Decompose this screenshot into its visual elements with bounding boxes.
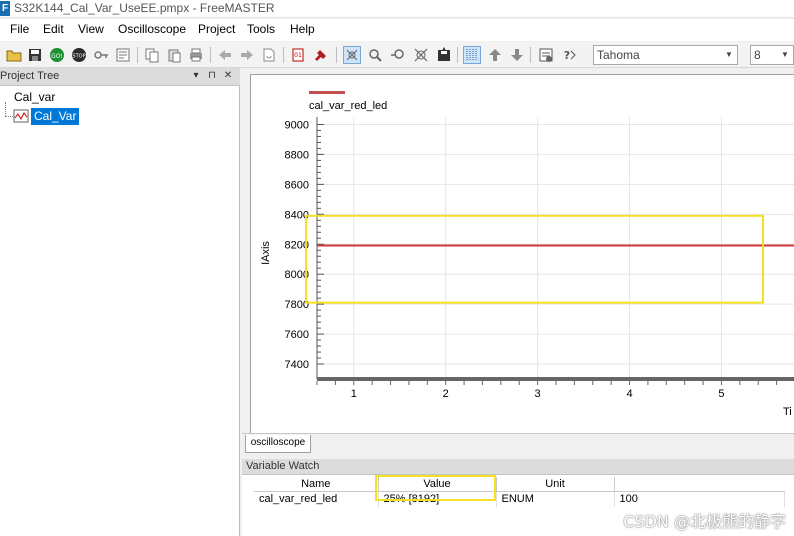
tree-item-cal-var[interactable]: Cal_Var	[31, 108, 80, 125]
cell-extra: 100	[614, 491, 785, 507]
y-tick-label: 9000	[285, 119, 309, 131]
value-highlight-box	[375, 475, 496, 501]
tree-connector	[5, 116, 13, 117]
main-area: cal_var_red_led 7400 7600 7800 8000 8200 8400…	[242, 68, 794, 536]
print-icon[interactable]	[187, 46, 205, 64]
menu-edit[interactable]: Edit	[43, 22, 64, 36]
highlight-box	[305, 214, 764, 304]
cell-name: cal_var_red_led	[254, 491, 379, 507]
go-icon[interactable]: GO!	[48, 46, 66, 64]
window-title: S32K144_Cal_Var_UseEE.pmpx - FreeMASTER	[14, 1, 275, 15]
svg-text:?: ?	[564, 49, 570, 62]
y-tick-label: 7600	[285, 329, 309, 341]
reload-icon[interactable]	[260, 46, 278, 64]
project-tree-pane: Project Tree ▾ ⊓ ✕ Cal_var Cal_Var	[0, 68, 240, 536]
x-tick-label: 5	[718, 388, 724, 400]
y-tick-label: 8800	[285, 149, 309, 161]
y-tick-label: 8600	[285, 179, 309, 191]
tree-root-item[interactable]: Cal_var	[14, 90, 55, 104]
menu-oscilloscope[interactable]: Oscilloscope	[118, 22, 186, 36]
menu-help[interactable]: Help	[290, 22, 315, 36]
font-size-select[interactable]: 8 ▼	[750, 45, 794, 65]
copy-icon[interactable]	[143, 46, 161, 64]
form-icon[interactable]	[114, 46, 132, 64]
arrow-up-icon[interactable]	[486, 46, 504, 64]
column-header-name[interactable]: Name	[254, 477, 379, 492]
menu-view[interactable]: View	[78, 22, 104, 36]
x-tick-label: 4	[626, 388, 632, 400]
dropdown-icon[interactable]: ▾	[190, 70, 202, 81]
arrow-down-icon[interactable]	[508, 46, 526, 64]
scope-zoom-icon[interactable]	[366, 46, 384, 64]
oscilloscope-chart[interactable]: 7400760078008000820084008600880090001 2 3 4…	[251, 75, 794, 433]
menu-bar: File Edit View Oscilloscope Project Tool…	[0, 19, 794, 41]
tree-connector	[5, 102, 6, 116]
oscilloscope-icon	[13, 109, 29, 123]
x-tick-label: 2	[443, 388, 449, 400]
variable-watch-title: Variable Watch	[246, 460, 320, 472]
cell-unit: ENUM	[496, 491, 615, 507]
scope-zoom-out-icon[interactable]	[389, 46, 407, 64]
font-size-select-value: 8	[754, 48, 761, 62]
y-axis-label: IAxis	[260, 241, 272, 265]
window-titlebar: F S32K144_Cal_Var_UseEE.pmpx - FreeMASTE…	[0, 0, 794, 18]
svg-text:STOP: STOP	[72, 54, 85, 60]
x-tick-label: 3	[535, 388, 541, 400]
forward-icon[interactable]	[238, 46, 256, 64]
main-toolbar: GO! STOP 01 ▲ ? Tahoma ▼ 8 ▼	[0, 42, 794, 68]
variable-watch-table: Name Value Unit cal_var_red_led 25% [819…	[254, 477, 785, 507]
back-icon[interactable]	[216, 46, 234, 64]
menu-file[interactable]: File	[10, 22, 29, 36]
properties-icon[interactable]	[537, 46, 555, 64]
scope-save-icon[interactable]: ▲	[435, 46, 453, 64]
svg-text:GO!: GO!	[51, 53, 63, 60]
x-axis-label: Ti	[783, 406, 792, 418]
scope-cross-icon[interactable]	[412, 46, 430, 64]
grid-icon[interactable]	[463, 46, 481, 64]
tab-strip: oscilloscope	[242, 433, 794, 453]
menu-tools[interactable]: Tools	[247, 22, 275, 36]
close-icon[interactable]: ✕	[222, 70, 234, 81]
font-family-select-value: Tahoma	[597, 48, 640, 62]
help-icon[interactable]: ?	[560, 46, 578, 64]
freemaster-app-icon: F	[0, 1, 10, 16]
x-tick-label: 1	[351, 388, 357, 400]
chevron-down-icon: ▼	[781, 50, 789, 59]
save-icon[interactable]	[26, 46, 44, 64]
scope-pan-icon[interactable]	[343, 46, 361, 64]
y-tick-label: 7400	[285, 359, 309, 371]
key-icon[interactable]	[92, 46, 110, 64]
watermark: CSDN @北极熊的静字	[623, 512, 786, 531]
connect-icon[interactable]	[312, 46, 330, 64]
menu-project[interactable]: Project	[198, 22, 235, 36]
project-tree-header: Project Tree ▾ ⊓ ✕	[0, 68, 240, 86]
paste-icon[interactable]	[165, 46, 183, 64]
stop-icon[interactable]: STOP	[70, 46, 88, 64]
tab-oscilloscope[interactable]: oscilloscope	[245, 435, 311, 453]
open-icon[interactable]	[5, 46, 23, 64]
table-row[interactable]: cal_var_red_led 25% [8192] ENUM 100	[254, 491, 785, 507]
column-header-extra[interactable]	[614, 477, 784, 492]
column-header-unit[interactable]: Unit	[496, 477, 615, 492]
pin-icon[interactable]: ⊓	[206, 70, 218, 81]
oscilloscope-panel[interactable]: cal_var_red_led 7400 7600 7800 8000 8200 8400…	[250, 74, 794, 440]
font-family-select[interactable]: Tahoma ▼	[593, 45, 738, 65]
svg-text:▲: ▲	[442, 47, 446, 51]
svg-text:01: 01	[294, 52, 302, 59]
chevron-down-icon: ▼	[725, 50, 733, 59]
project-tree-title: Project Tree	[0, 70, 60, 82]
variable-watch-header: Variable Watch	[242, 459, 794, 475]
map-file-icon[interactable]: 01	[290, 46, 308, 64]
